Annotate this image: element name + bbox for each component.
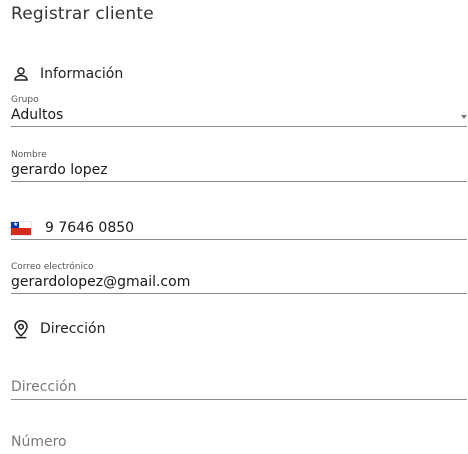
telefono-value: 9 7646 0850 [45, 220, 135, 236]
dropdown-arrow-icon[interactable] [461, 115, 467, 119]
numero-field[interactable]: Número [11, 433, 467, 454]
person-icon [11, 64, 31, 84]
location-pin-icon [11, 319, 31, 339]
direccion-placeholder: Dirección [11, 379, 77, 395]
correo-label: Correo electrónico [11, 262, 94, 272]
numero-placeholder: Número [11, 434, 67, 450]
telefono-field[interactable]: ★ 9 7646 0850 [11, 219, 467, 240]
grupo-label: Grupo [11, 95, 39, 105]
direccion-field[interactable]: Dirección [11, 378, 467, 400]
grupo-select[interactable]: Grupo Adultos [11, 95, 467, 127]
correo-field[interactable]: Correo electrónico gerardolopez@gmail.co… [11, 262, 467, 294]
nombre-value: gerardo lopez [11, 162, 108, 178]
nombre-label: Nombre [11, 150, 47, 160]
section-direccion: Dirección [11, 319, 105, 339]
nombre-field[interactable]: Nombre gerardo lopez [11, 150, 467, 182]
chile-flag-icon[interactable]: ★ [11, 221, 31, 235]
correo-value: gerardolopez@gmail.com [11, 274, 191, 290]
section-label: Información [40, 66, 124, 82]
grupo-value: Adultos [11, 107, 64, 123]
section-label: Dirección [40, 321, 106, 337]
page-title: Registrar cliente [11, 4, 154, 24]
section-informacion: Información [11, 64, 123, 84]
